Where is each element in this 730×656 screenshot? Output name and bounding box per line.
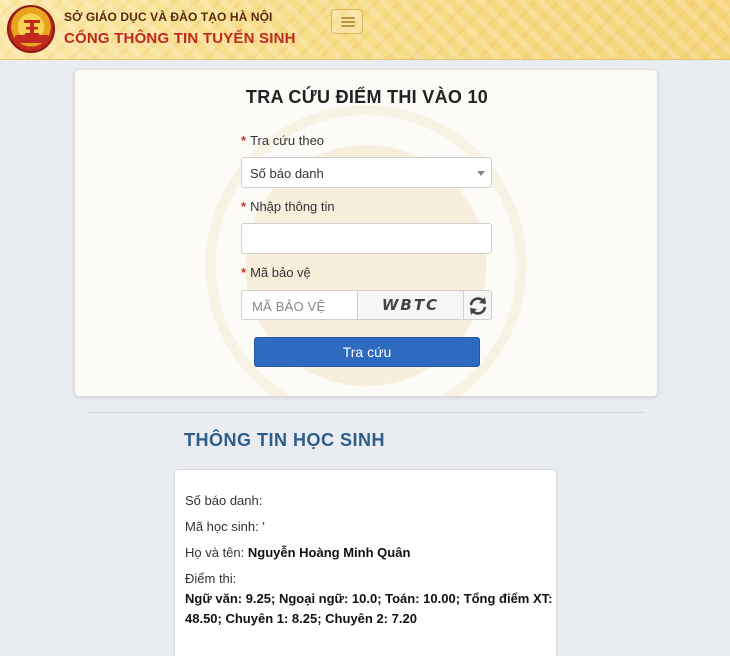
lookup-by-label: * Tra cứu theo [241,133,324,148]
name-label: Họ và tên: [185,545,245,560]
search-card: TRA CỨU ĐIỂM THI VÀO 10 * Tra cứu theo Số… [74,69,658,397]
menu-bar [341,21,355,23]
captcha-input[interactable]: MÃ BẢO VỆ [241,290,358,320]
hanoi-education-logo[interactable] [7,5,55,53]
required-marker: * [241,199,247,214]
captcha-label: * Mã bảo vệ [241,265,311,280]
info-label-text: Nhập thông tin [250,199,335,214]
student-name-line: Họ và tên: Nguyễn Hoàng Minh Quân [185,545,410,560]
captcha-image: WBTC [358,290,464,320]
student-info-title: THÔNG TIN HỌC SINH [184,430,385,450]
lookup-by-label-text: Tra cứu theo [250,133,325,148]
section-divider [88,412,644,413]
info-input[interactable] [241,223,492,254]
scores-value: Ngữ văn: 9.25; Ngoại ngữ: 10.0; Toán: 10… [185,591,553,626]
refresh-glyph [469,297,487,315]
required-marker: * [241,133,247,148]
lookup-by-select[interactable]: Số báo danh [241,157,492,188]
lookup-by-value: Số báo danh [250,166,324,181]
refresh-icon[interactable] [464,290,492,320]
search-submit-button[interactable]: Tra cứu [254,337,480,367]
menu-bar [341,25,355,27]
student-info-card: Số báo danh: Mã học sinh: ' Họ và tên: N… [174,469,557,656]
info-label: * Nhập thông tin [241,199,335,214]
scores-label: Điểm thi: [185,571,237,586]
hamburger-menu-icon[interactable] [331,9,363,34]
org-name: SỞ GIÁO DỤC VÀ ĐÀO TẠO HÀ NỘI [64,10,273,24]
logo-band [15,35,49,43]
student-id-label: Mã học sinh: ' [185,519,265,534]
menu-bar [341,17,355,19]
chevron-down-icon [477,171,485,176]
portal-name[interactable]: CỔNG THÔNG TIN TUYỂN SINH [64,30,296,47]
captcha-label-text: Mã bảo vệ [250,265,311,280]
candidate-number-label: Số báo danh: [185,493,263,508]
search-title: TRA CỨU ĐIỂM THI VÀO 10 [245,87,489,107]
required-marker: * [241,265,247,280]
site-header: SỞ GIÁO DỤC VÀ ĐÀO TẠO HÀ NỘI CỔNG THÔNG… [0,0,730,60]
student-name: Nguyễn Hoàng Minh Quân [247,545,411,560]
